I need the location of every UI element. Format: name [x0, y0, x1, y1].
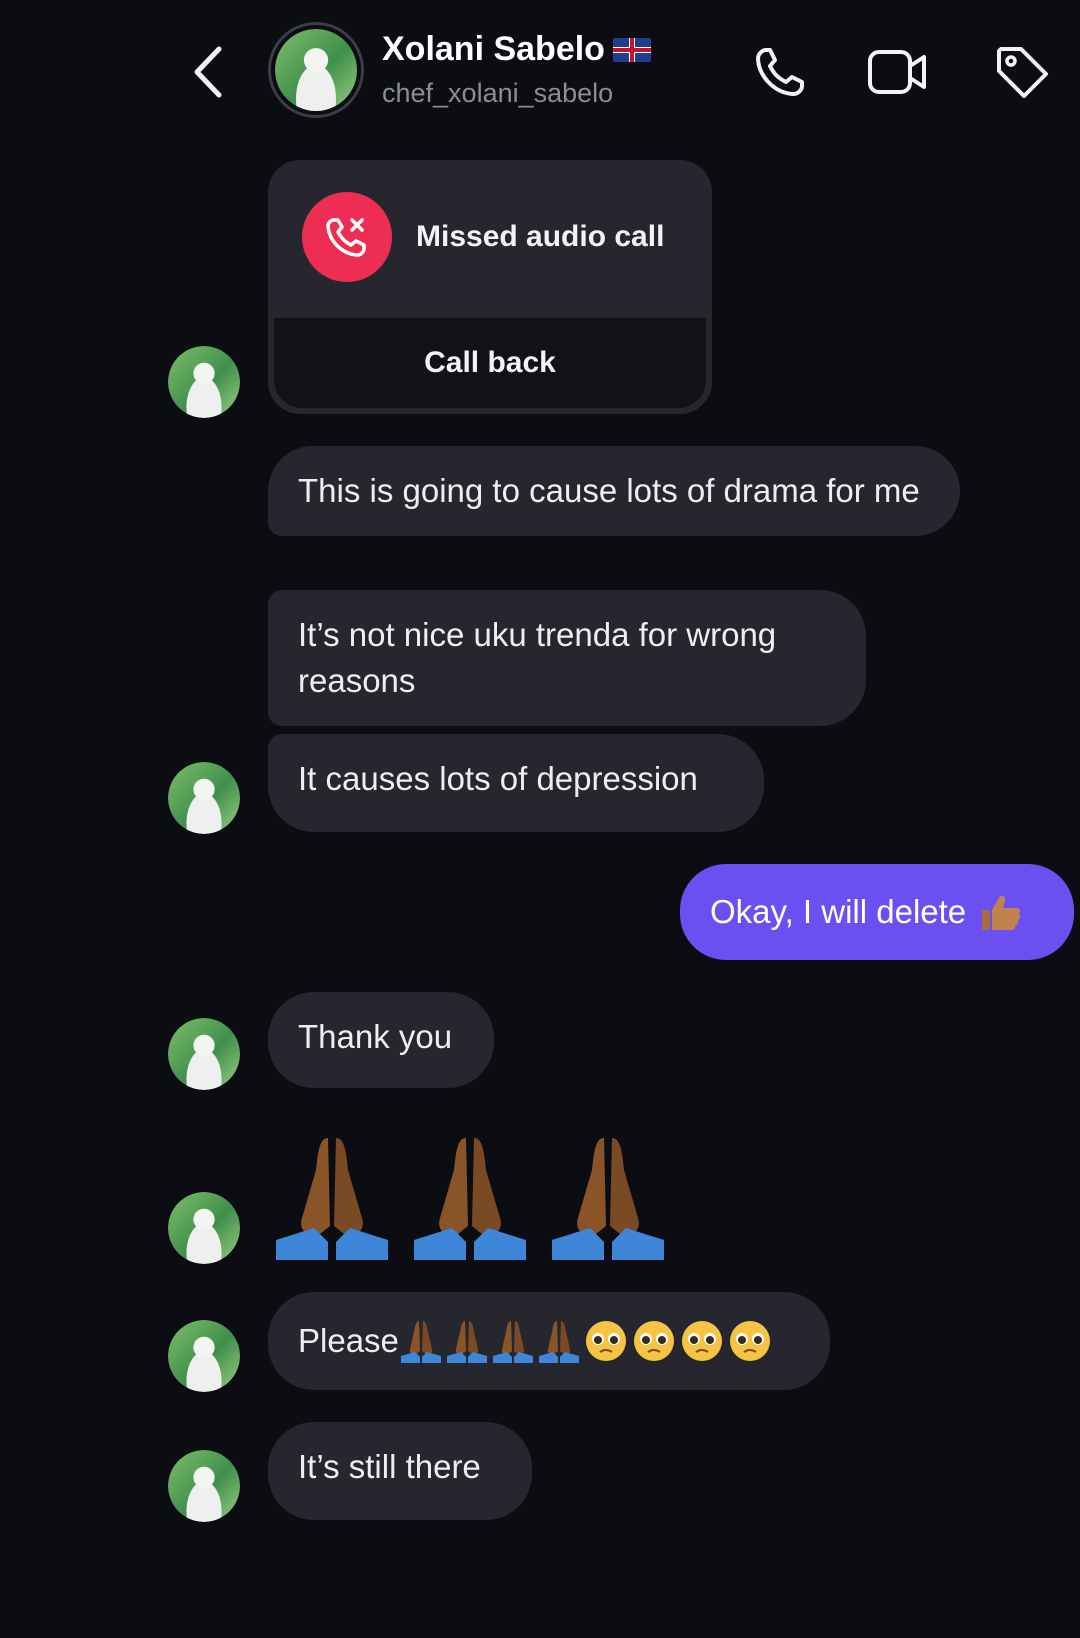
message-bubble[interactable]: It’s still there	[268, 1422, 532, 1520]
avatar-image	[168, 762, 240, 834]
message-bubble[interactable]: Please	[268, 1292, 830, 1390]
missed-call-label: Missed audio call	[416, 220, 665, 253]
missed-call-info: Missed audio call	[268, 160, 712, 318]
avatar-image	[168, 1450, 240, 1522]
tag-icon	[997, 47, 1048, 98]
outgoing-message-bubble[interactable]: Okay, I will delete	[680, 864, 1074, 960]
avatar-image	[168, 1192, 240, 1264]
missed-call-card: Missed audio call Call back	[268, 160, 712, 414]
avatar-image	[168, 1018, 240, 1090]
message-emojis	[399, 1318, 773, 1364]
avatar-image	[168, 1320, 240, 1392]
sender-avatar[interactable]	[168, 1450, 240, 1522]
message-text: It’s not nice uku trenda for wrong reaso…	[298, 616, 777, 699]
contact-name-text: Xolani Sabelo	[382, 30, 605, 68]
pleading-face-icon	[681, 1321, 722, 1361]
pleading-face-icon	[585, 1321, 626, 1361]
contact-avatar[interactable]	[268, 22, 364, 118]
call-back-button[interactable]: Call back	[274, 318, 706, 408]
sender-avatar[interactable]	[168, 1192, 240, 1264]
message-bubble[interactable]: This is going to cause lots of drama for…	[268, 446, 960, 536]
avatar-image	[168, 346, 240, 418]
video-call-button[interactable]	[866, 40, 930, 104]
contact-name[interactable]: Xolani Sabelo	[382, 30, 651, 69]
chat-screen: Xolani Sabelo chef_xolani_sabelo Missed …	[0, 0, 1080, 1638]
sender-avatar[interactable]	[168, 1320, 240, 1392]
folded-hands-icon	[552, 1138, 664, 1260]
contact-username: chef_xolani_sabelo	[382, 78, 614, 108]
chat-header: Xolani Sabelo chef_xolani_sabelo	[0, 0, 1080, 150]
message-text: Okay, I will delete	[710, 893, 967, 930]
back-button[interactable]	[180, 40, 236, 104]
message-text: Please	[298, 1322, 399, 1359]
sender-avatar[interactable]	[168, 1018, 240, 1090]
sender-avatar[interactable]	[168, 762, 240, 834]
message-text: It causes lots of depression	[298, 760, 698, 797]
missed-call-icon	[302, 192, 392, 282]
message-text: It’s still there	[298, 1448, 481, 1485]
message-bubble[interactable]: Thank you	[268, 992, 494, 1088]
folded-hands-icon	[446, 1321, 487, 1363]
emoji-message[interactable]	[268, 1130, 672, 1262]
back-chevron-icon	[194, 46, 222, 98]
folded-hands-icon	[400, 1321, 441, 1363]
audio-call-button[interactable]	[748, 40, 812, 104]
message-bubble[interactable]: It causes lots of depression	[268, 734, 764, 832]
phone-icon	[756, 48, 804, 96]
folded-hands-icon	[492, 1321, 533, 1363]
thumbs-up-icon	[982, 895, 1021, 930]
pleading-face-icon	[633, 1321, 674, 1361]
avatar-image	[275, 29, 357, 111]
folded-hands-icon	[276, 1138, 388, 1260]
folded-hands-icon	[414, 1138, 526, 1260]
video-camera-icon	[868, 50, 926, 94]
pleading-face-icon	[729, 1321, 770, 1361]
uk-flag-icon	[612, 37, 651, 62]
message-bubble[interactable]: It’s not nice uku trenda for wrong reaso…	[268, 590, 866, 726]
message-text: Thank you	[298, 1018, 453, 1055]
folded-hands-icon	[538, 1321, 579, 1363]
sender-avatar[interactable]	[168, 346, 240, 418]
message-text: This is going to cause lots of drama for…	[298, 472, 920, 509]
tag-button[interactable]	[990, 40, 1054, 104]
